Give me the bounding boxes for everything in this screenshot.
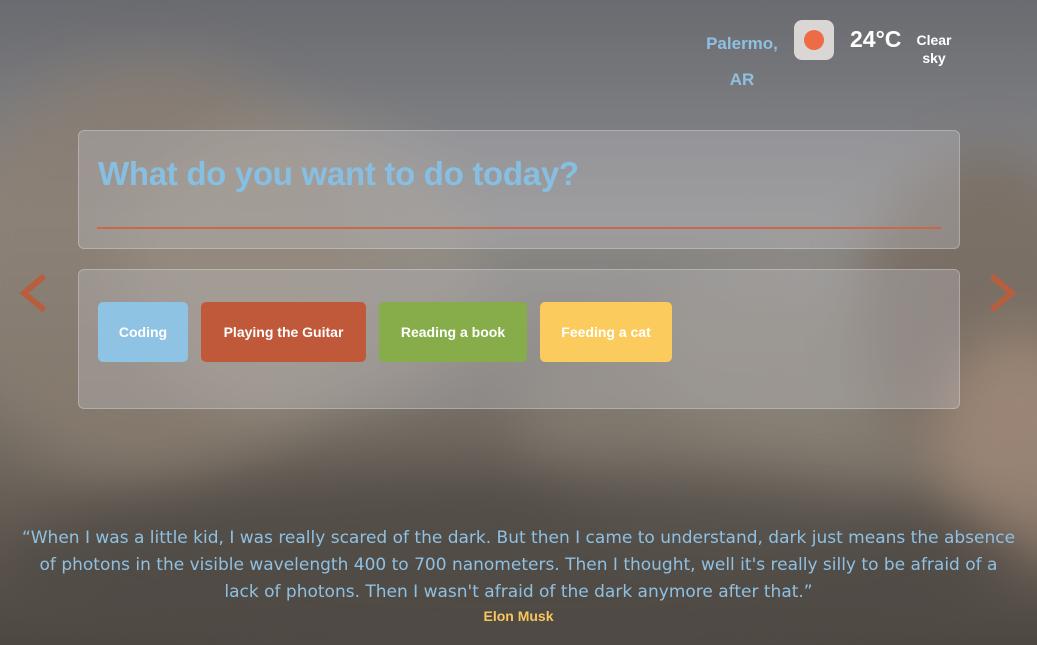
- weather-location: Palermo, AR: [702, 26, 782, 98]
- question-underline: [97, 227, 941, 229]
- task-coding-button[interactable]: Coding: [98, 302, 188, 362]
- weather-condition: Clear sky: [914, 31, 954, 67]
- weather-temperature: 24°C: [850, 26, 902, 52]
- question-panel: What do you want to do today?: [78, 130, 960, 249]
- task-playing-guitar-button[interactable]: Playing the Guitar: [201, 302, 366, 362]
- task-feeding-cat-button[interactable]: Feeding a cat: [540, 302, 672, 362]
- task-reading-book-button[interactable]: Reading a book: [379, 302, 527, 362]
- weather-condition-line2: sky: [922, 50, 946, 66]
- sun-icon: [794, 20, 834, 60]
- tasks-panel: Coding Playing the Guitar Reading a book…: [78, 269, 960, 409]
- quote-text: “When I was a little kid, I was really s…: [21, 528, 1016, 602]
- chevron-right-icon[interactable]: [986, 270, 1022, 316]
- question-heading: What do you want to do today?: [98, 155, 579, 192]
- chevron-left-icon[interactable]: [14, 270, 50, 316]
- weather-condition-line1: Clear: [916, 32, 952, 48]
- weather-widget: Palermo, AR 24°C Clear sky: [700, 18, 980, 89]
- weather-country: AR: [729, 70, 755, 89]
- quote-author: Elon Musk: [483, 608, 554, 624]
- weather-city: Palermo,: [706, 34, 778, 53]
